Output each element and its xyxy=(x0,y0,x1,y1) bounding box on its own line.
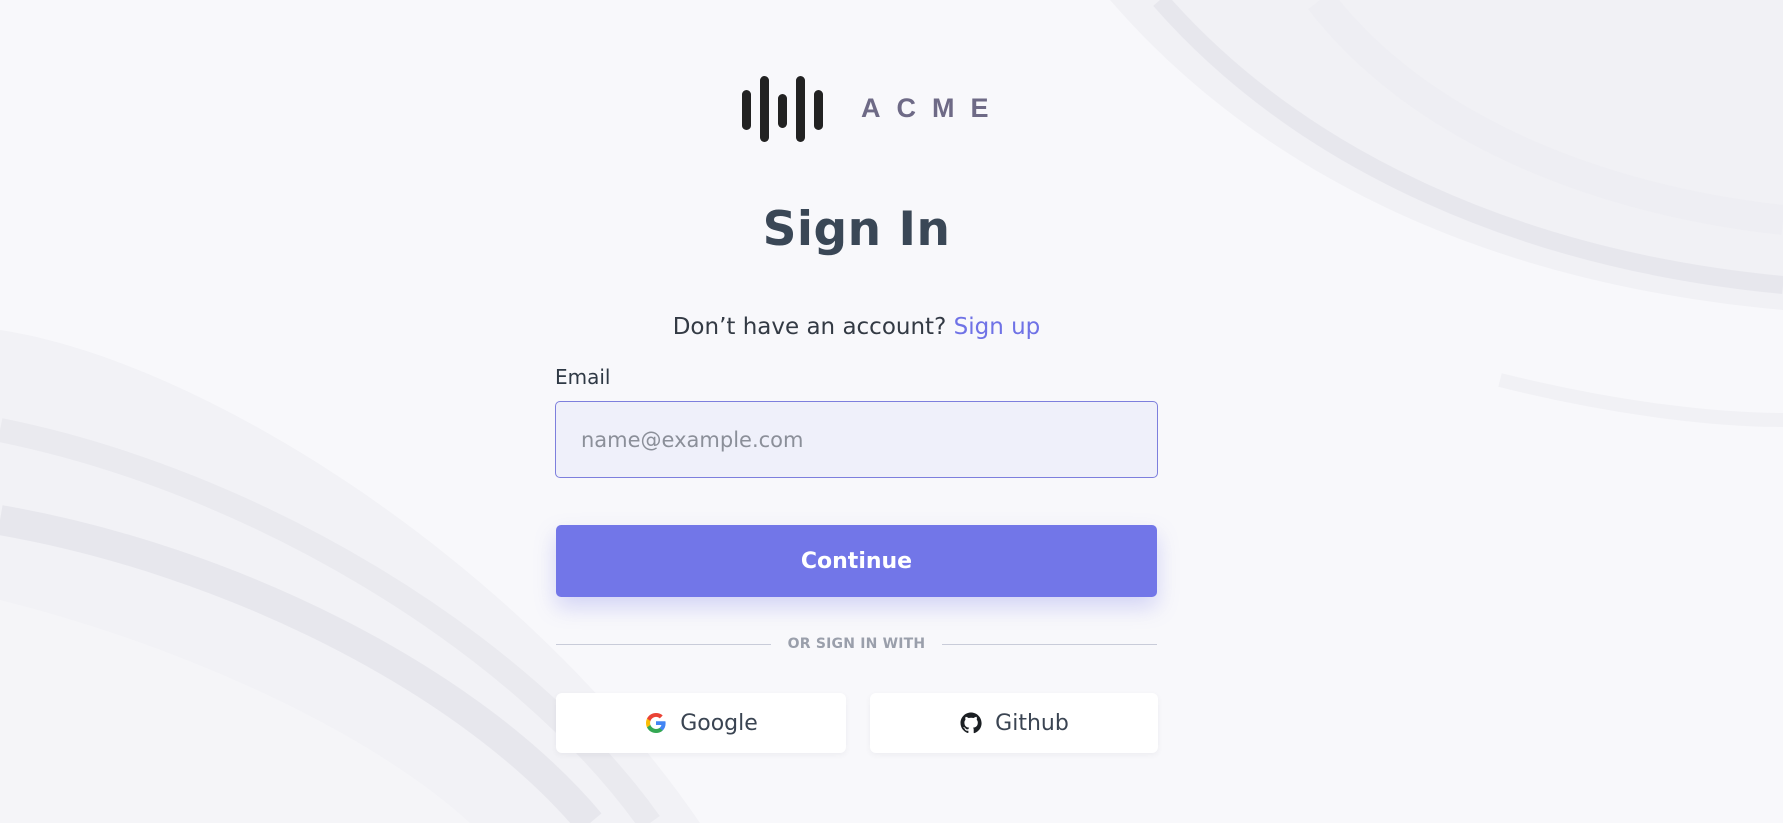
google-label: Google xyxy=(680,710,758,736)
email-label: Email xyxy=(555,365,611,389)
signup-link[interactable]: Sign up xyxy=(954,314,1041,340)
google-icon xyxy=(646,713,666,733)
email-input[interactable] xyxy=(555,401,1158,478)
github-label: Github xyxy=(995,710,1069,736)
github-icon xyxy=(960,712,982,734)
sign-in-page: ACME Sign In Don’t have an account? Sign… xyxy=(0,0,1783,823)
sound-bars-icon xyxy=(742,76,823,142)
divider-line-right xyxy=(942,644,1157,645)
signup-prompt-text: Don’t have an account? xyxy=(672,314,947,340)
continue-button[interactable]: Continue xyxy=(556,525,1157,597)
signup-prompt-row: Don’t have an account? Sign up xyxy=(555,312,1158,342)
sign-in-panel: ACME Sign In Don’t have an account? Sign… xyxy=(555,0,1158,823)
google-signin-button[interactable]: Google xyxy=(556,693,846,753)
brand-name: ACME xyxy=(861,93,1005,123)
page-title: Sign In xyxy=(762,202,951,257)
github-signin-button[interactable]: Github xyxy=(870,693,1158,753)
